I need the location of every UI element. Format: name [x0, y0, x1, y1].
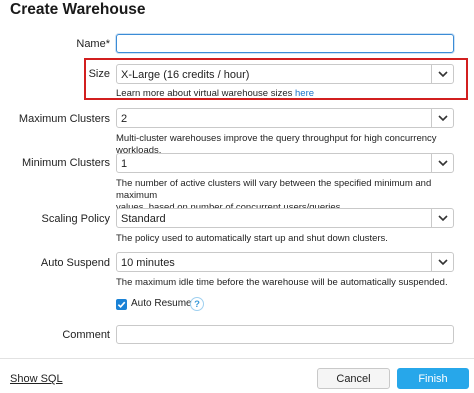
size-help-text: Learn more about virtual warehouse sizes — [116, 88, 293, 99]
chevron-down-icon — [431, 109, 453, 127]
scaling-policy-value: Standard — [121, 213, 166, 225]
scaling-policy-label: Scaling Policy — [41, 213, 110, 225]
auto-suspend-label: Auto Suspend — [40, 257, 110, 269]
comment-input[interactable] — [116, 325, 454, 344]
name-label: Name* — [40, 38, 110, 50]
size-value: X-Large (16 credits / hour) — [121, 69, 250, 81]
comment-label: Comment — [62, 329, 110, 341]
size-help: Learn more about virtual warehouse sizes… — [116, 88, 314, 100]
footer-divider — [0, 358, 474, 359]
scaling-policy-help: The policy used to automatically start u… — [116, 233, 388, 244]
size-label: Size — [88, 68, 110, 80]
min-clusters-help-line1: The number of active clusters will vary … — [116, 178, 432, 201]
chevron-down-icon — [431, 65, 453, 83]
chevron-down-icon — [431, 154, 453, 172]
min-clusters-label: Minimum Clusters — [21, 157, 110, 169]
cancel-button[interactable]: Cancel — [317, 368, 390, 389]
auto-resume-checkbox[interactable] — [116, 299, 127, 310]
chevron-down-icon — [431, 253, 453, 271]
auto-resume-label: Auto Resume — [131, 298, 192, 309]
chevron-down-icon — [431, 209, 453, 227]
max-clusters-value: 2 — [121, 113, 128, 125]
max-clusters-select[interactable]: 2 — [116, 108, 454, 128]
auto-suspend-help: The maximum idle time before the warehou… — [116, 277, 448, 288]
max-clusters-label: Maximum Clusters — [18, 113, 110, 125]
auto-suspend-value: 10 minutes — [121, 257, 175, 269]
show-sql-link[interactable]: Show SQL — [10, 373, 63, 385]
checkmark-icon — [117, 301, 126, 309]
name-input[interactable] — [116, 34, 454, 53]
min-clusters-select[interactable]: 1 — [116, 153, 454, 173]
auto-suspend-select[interactable]: 10 minutes — [116, 252, 454, 272]
dialog-title: Create Warehouse — [10, 1, 146, 18]
name-label-text: Name — [76, 38, 106, 50]
size-help-link[interactable]: here — [295, 88, 314, 99]
required-marker: * — [105, 38, 110, 50]
size-select[interactable]: X-Large (16 credits / hour) — [116, 64, 454, 84]
help-question-icon[interactable]: ? — [190, 297, 204, 311]
min-clusters-value: 1 — [121, 158, 128, 170]
scaling-policy-select[interactable]: Standard — [116, 208, 454, 228]
finish-button[interactable]: Finish — [397, 368, 469, 389]
